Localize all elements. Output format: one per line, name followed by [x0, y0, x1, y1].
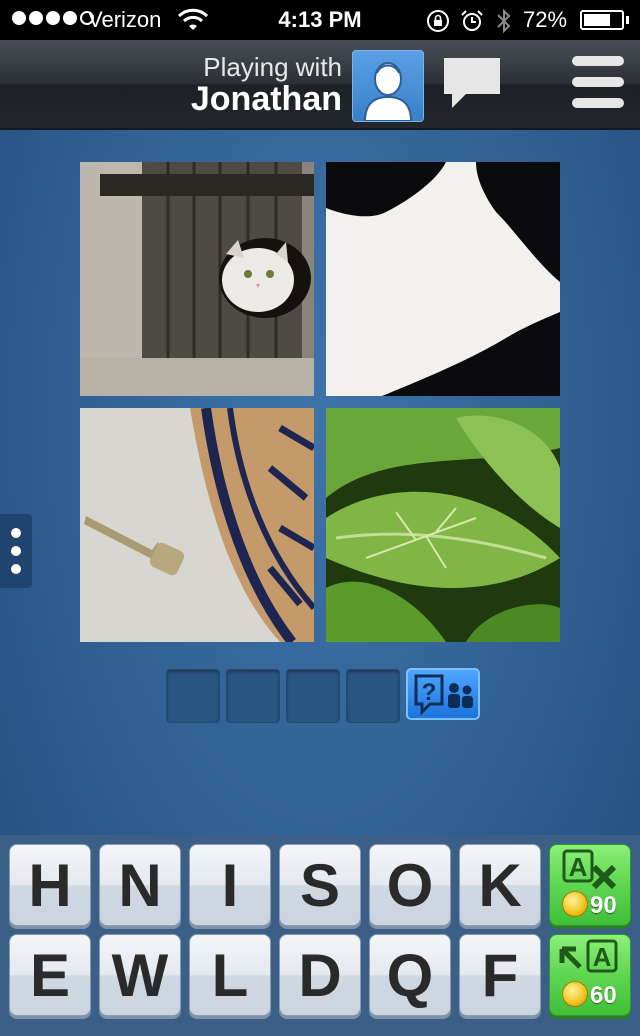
letter-key[interactable]: O: [369, 844, 451, 926]
letter-key[interactable]: H: [9, 844, 91, 926]
svg-text:?: ?: [422, 679, 437, 706]
reveal-letter-button[interactable]: A 60: [549, 934, 631, 1016]
coin-icon: [562, 981, 588, 1007]
bluetooth-icon: [497, 8, 511, 34]
stick-insect-on-leaf-photo: [326, 408, 560, 642]
letter-key[interactable]: S: [279, 844, 361, 926]
cat-in-door-hole-photo: [80, 162, 314, 396]
letter-key[interactable]: D: [279, 934, 361, 1016]
answer-slot-3[interactable]: [286, 669, 340, 723]
letter-key[interactable]: I: [189, 844, 271, 926]
answer-slot-2[interactable]: [226, 669, 280, 723]
alarm-icon: [461, 10, 483, 31]
opponent-name[interactable]: Jonathan: [191, 80, 342, 119]
key-on-doormat-photo: [80, 408, 314, 642]
reveal-letter-cost: 60: [590, 982, 617, 1009]
rotation-lock-icon: [427, 10, 449, 32]
coin-icon: [562, 891, 588, 917]
svg-text:A: A: [569, 852, 588, 882]
letter-key[interactable]: W: [99, 934, 181, 1016]
chat-icon[interactable]: [440, 54, 504, 112]
game-header: Playing with Jonathan: [0, 40, 640, 130]
side-drawer-handle[interactable]: [0, 514, 32, 588]
menu-icon[interactable]: [572, 56, 624, 110]
letter-key[interactable]: Q: [369, 934, 451, 1016]
letter-key[interactable]: N: [99, 844, 181, 926]
letter-key[interactable]: E: [9, 934, 91, 1016]
answer-slot-4[interactable]: [346, 669, 400, 723]
remove-letters-cost: 90: [590, 892, 617, 919]
letter-key[interactable]: K: [459, 844, 541, 926]
remove-letters-button[interactable]: A 90: [549, 844, 631, 926]
letter-key[interactable]: L: [189, 934, 271, 1016]
answer-slot-1[interactable]: [166, 669, 220, 723]
svg-text:A: A: [593, 942, 612, 972]
avatar-icon[interactable]: [352, 50, 424, 122]
playing-with-label: Playing with: [203, 52, 342, 82]
battery-icon: [580, 10, 624, 30]
letter-key[interactable]: F: [459, 934, 541, 1016]
battery-percentage: 72%: [523, 7, 568, 32]
ask-friends-button[interactable]: ?: [406, 668, 480, 720]
status-bar: Verizon 4:13 PM 72%: [0, 0, 640, 40]
cow-hide-photo: [326, 162, 560, 396]
ask-friends-icon: ?: [414, 674, 473, 716]
